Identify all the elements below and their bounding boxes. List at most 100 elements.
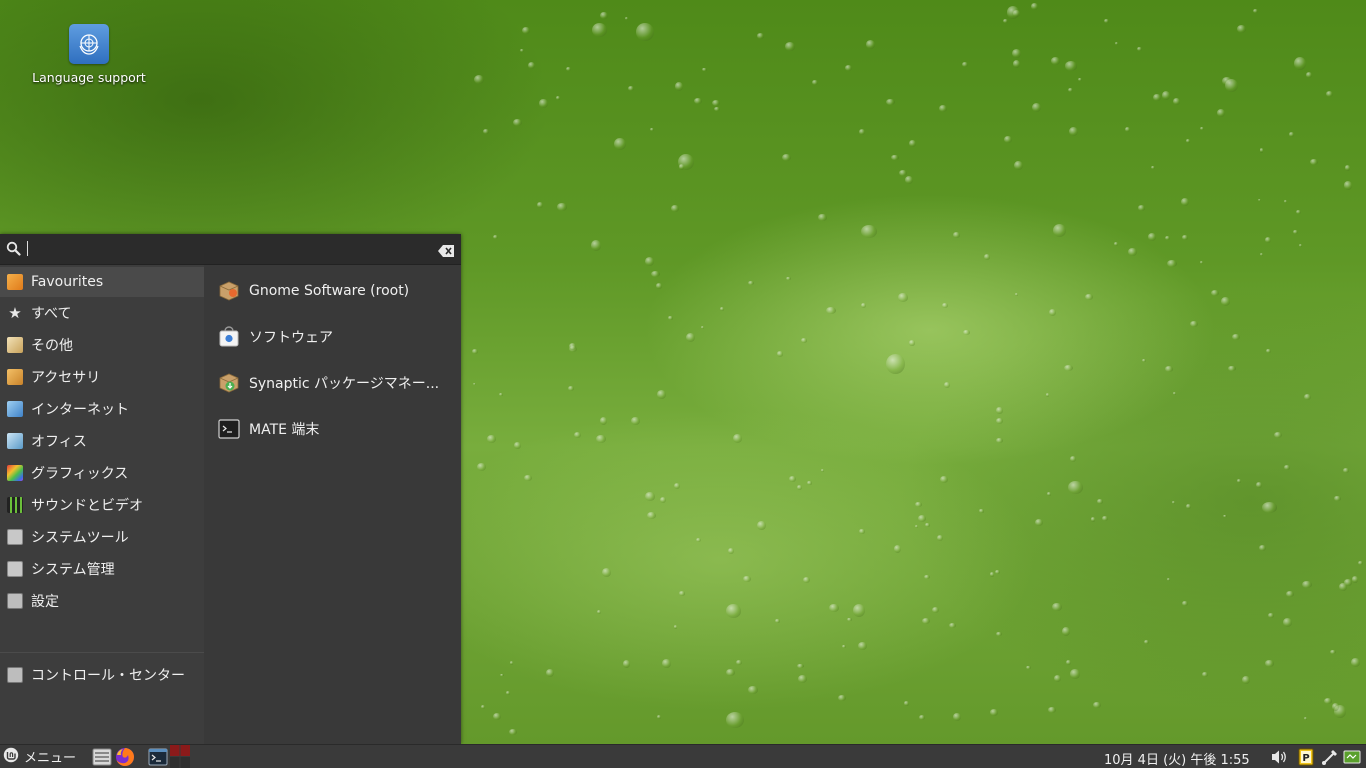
raindrop xyxy=(568,343,576,351)
raindrop xyxy=(1090,516,1095,522)
raindrop xyxy=(1227,365,1236,372)
raindrop xyxy=(725,668,735,676)
raindrop xyxy=(1061,627,1071,637)
terminal-icon xyxy=(218,418,240,440)
raindrop xyxy=(714,106,721,111)
raindrop xyxy=(500,673,504,677)
app-synaptic[interactable]: Synaptic パッケージマネー... xyxy=(204,363,461,403)
category-all[interactable]: ★ すべて xyxy=(0,298,204,328)
raindrop xyxy=(600,12,608,20)
app-gnome-software-root[interactable]: Gnome Software (root) xyxy=(204,271,461,311)
app-software[interactable]: ソフトウェア xyxy=(204,317,461,357)
raindrop xyxy=(818,213,827,222)
search-input[interactable] xyxy=(30,239,424,261)
category-graphics[interactable]: グラフィックス xyxy=(0,458,204,488)
clear-search-icon[interactable] xyxy=(438,242,454,261)
raindrop xyxy=(1049,309,1057,317)
raindrop xyxy=(1225,78,1239,93)
raindrop xyxy=(1268,612,1275,618)
desktop-icon-language-support[interactable]: Language support xyxy=(28,24,150,85)
battery-icon[interactable] xyxy=(1343,748,1361,766)
raindrop xyxy=(1190,321,1198,328)
raindrop xyxy=(757,520,766,531)
raindrop xyxy=(842,644,846,648)
raindrop xyxy=(521,26,531,35)
raindrop xyxy=(1334,495,1341,502)
raindrop xyxy=(647,512,656,520)
clock[interactable]: 10月 4日 (火) 午後 1:55 xyxy=(1104,749,1250,768)
gnome-software-icon xyxy=(218,280,240,302)
category-list: Favourites ★ すべて その他 アクセサリ インターネット オフィス … xyxy=(0,265,204,764)
category-settings[interactable]: 設定 xyxy=(0,586,204,616)
raindrop xyxy=(539,99,548,108)
raindrop xyxy=(650,128,654,132)
raindrop xyxy=(1053,674,1062,683)
category-accessories[interactable]: アクセサリ xyxy=(0,362,204,392)
raindrop xyxy=(1186,503,1192,510)
raindrop xyxy=(859,529,865,535)
raindrop xyxy=(1211,289,1220,296)
raindrop xyxy=(1343,468,1350,473)
raindrop xyxy=(508,728,518,736)
category-system-tools[interactable]: システムツール xyxy=(0,522,204,552)
parcellite-icon[interactable]: P xyxy=(1297,748,1315,766)
category-label: すべて xyxy=(31,306,72,322)
raindrop xyxy=(1186,138,1190,143)
category-system-admin[interactable]: システム管理 xyxy=(0,554,204,584)
raindrop xyxy=(838,694,847,702)
raindrop xyxy=(662,659,671,668)
category-sound-video[interactable]: サウンドとビデオ xyxy=(0,490,204,520)
raindrop xyxy=(800,338,807,343)
raindrop xyxy=(953,232,960,238)
category-label: その他 xyxy=(31,338,73,354)
workspace-switcher-icon[interactable] xyxy=(170,745,190,768)
raindrop xyxy=(1148,233,1157,241)
raindrop xyxy=(885,353,905,374)
text-caret xyxy=(27,241,28,256)
control-center-item[interactable]: コントロール・センター xyxy=(0,660,204,690)
raindrop xyxy=(963,329,970,336)
raindrop xyxy=(1242,675,1251,684)
application-menu: Favourites ★ すべて その他 アクセサリ インターネット オフィス … xyxy=(0,234,461,764)
category-other[interactable]: その他 xyxy=(0,330,204,360)
raindrop xyxy=(482,129,490,134)
raindrop xyxy=(520,48,524,52)
graphics-icon xyxy=(7,465,23,481)
raindrop xyxy=(931,606,940,614)
raindrop xyxy=(939,105,948,113)
terminal-icon[interactable] xyxy=(148,747,168,767)
raindrop xyxy=(1067,87,1073,93)
raindrop xyxy=(498,393,503,396)
raindrop xyxy=(1220,296,1231,306)
raindrop xyxy=(493,235,499,240)
category-office[interactable]: オフィス xyxy=(0,426,204,456)
category-label: システムツール xyxy=(31,530,129,546)
network-tool-icon[interactable] xyxy=(1321,748,1339,766)
firefox-icon[interactable] xyxy=(115,747,135,767)
raindrop xyxy=(983,254,990,260)
raindrop xyxy=(1264,237,1272,243)
raindrop xyxy=(574,431,582,438)
raindrop xyxy=(919,715,926,721)
category-favourites[interactable]: Favourites xyxy=(0,267,204,297)
category-label: インターネット xyxy=(31,402,129,418)
category-internet[interactable]: インターネット xyxy=(0,394,204,424)
raindrop xyxy=(1128,248,1137,257)
raindrop xyxy=(1351,658,1361,667)
raindrop xyxy=(786,276,792,281)
app-mate-terminal[interactable]: MATE 端末 xyxy=(204,409,461,449)
menu-button[interactable]: メニュー xyxy=(0,745,88,768)
raindrop xyxy=(858,641,867,650)
raindrop xyxy=(1031,2,1038,10)
application-list: Gnome Software (root) ソフトウェア Synaptic パッ… xyxy=(204,265,461,744)
raindrop xyxy=(567,386,574,391)
raindrop xyxy=(807,480,812,486)
control-center-icon xyxy=(7,667,23,683)
volume-icon[interactable] xyxy=(1271,748,1289,766)
raindrop xyxy=(624,17,628,21)
raindrop xyxy=(473,75,484,85)
raindrop xyxy=(1141,359,1147,363)
file-manager-icon[interactable] xyxy=(92,747,112,767)
raindrop xyxy=(719,307,725,312)
raindrop xyxy=(1283,618,1293,627)
